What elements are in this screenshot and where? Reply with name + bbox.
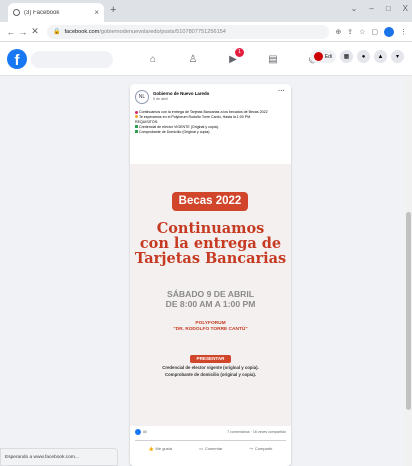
date-line: DE 8:00 AM A 1:00 PM [165, 299, 256, 309]
requirement-line: Credencial de elector vigente (original … [162, 365, 259, 370]
more-options-icon[interactable]: ··· [278, 88, 285, 95]
address-bar-row: ← → ✕ 🔒 facebook.com/gobiernodenuevolare… [0, 22, 412, 42]
post-actions: 👍 Me gusta ▭ Comentar ↪ Compartir [135, 443, 286, 453]
url-domain: facebook.com [64, 28, 100, 35]
close-window-button[interactable]: X [403, 4, 408, 13]
post-text-content: REQUISITOS: [135, 119, 159, 124]
profile-chip[interactable]: Edi [309, 50, 336, 63]
headline-line: con la entrega de [139, 235, 282, 252]
comment-button[interactable]: ▭ Comentar [199, 446, 222, 451]
comment-icon: ▭ [199, 445, 203, 451]
post-text-content: Continuamos con la entrega de Tarjetas B… [139, 110, 268, 114]
marketplace-icon[interactable]: ▤ [253, 51, 293, 67]
comments-shares-count[interactable]: 7 comentarios · 16 veces compartido [227, 430, 286, 434]
account-chevron-icon[interactable]: ▾ [391, 50, 404, 63]
like-button[interactable]: 👍 Me gusta [149, 446, 172, 451]
page-avatar[interactable]: NL [135, 90, 149, 104]
post-text-content: Te esperamos en el Polyforum Rodolfo Tor… [139, 114, 251, 119]
check-icon [135, 125, 138, 129]
messenger-icon[interactable]: ● [357, 50, 370, 63]
comment-label: Comentar [204, 445, 223, 451]
share-arrow-icon: ↪ [249, 445, 253, 451]
tab-close-icon[interactable]: × [94, 8, 99, 17]
present-badge: PRESENTAR [190, 355, 231, 363]
flyer-date: SÁBADO 9 DE ABRIL DE 8:00 AM A 1:00 PM [130, 289, 291, 309]
url-field[interactable]: 🔒 facebook.com/gobiernodenuevolaredo/pos… [47, 24, 330, 39]
headline-line: Continuamos [156, 220, 265, 237]
profile-icon[interactable] [384, 26, 394, 37]
home-icon[interactable]: ⌂ [133, 51, 173, 67]
reaction-count[interactable]: 80 [143, 430, 147, 434]
share-button[interactable]: ↪ Compartir [250, 446, 273, 451]
facebook-header: f ⌂ ♙ ▶1 ▤ ◉ Edi ▦ ● ▲ ▾ [0, 42, 412, 76]
post-card: NL Gobierno de Nuevo Laredo 5 de abril ·… [130, 84, 291, 466]
avatar [313, 52, 323, 61]
facebook-search-input[interactable] [31, 51, 113, 68]
like-reaction-icon[interactable] [135, 429, 141, 435]
status-bar: Esperando a www.facebook.com... [0, 448, 118, 466]
thumbs-up-icon: 👍 [148, 445, 154, 451]
flyer-requirements: Credencial de elector vigente (original … [130, 365, 291, 378]
facebook-logo-icon[interactable]: f [7, 49, 27, 69]
post-date[interactable]: 5 de abril [153, 97, 209, 101]
flyer-image[interactable]: Becas 2022 Continuamos con la entrega de… [130, 164, 291, 426]
tab-search-icon[interactable]: ▢ [371, 28, 378, 36]
scrollbar-thumb[interactable] [406, 212, 411, 410]
date-line: SÁBADO 9 DE ABRIL [166, 289, 255, 299]
reactions-bar: 80 7 comentarios · 16 veces compartido [135, 429, 286, 437]
notifications-icon[interactable]: ▲ [374, 50, 387, 63]
browser-window: (3) Facebook × + ⌄ ‒ □ X ← → ✕ 🔒 faceboo… [0, 0, 412, 466]
apps-menu-icon[interactable]: ▦ [340, 50, 353, 63]
emoji-icon [135, 110, 138, 114]
share-label: Compartir [254, 445, 273, 451]
url-path: /gobiernodenuevolaredo/posts/51078077512… [99, 28, 226, 35]
new-tab-icon[interactable]: + [110, 4, 116, 16]
scrollbar[interactable] [405, 76, 412, 466]
watch-icon[interactable]: ▶ 1 [213, 48, 253, 67]
tab-strip: (3) Facebook × + ⌄ ‒ □ X [0, 0, 412, 22]
check-icon [135, 130, 138, 134]
notification-badge: 1 [235, 48, 244, 57]
facebook-favicon-icon [13, 9, 20, 16]
menu-icon[interactable]: ⋮ [400, 28, 407, 36]
share-icon[interactable]: ⇪ [347, 28, 353, 36]
flyer-headline: Continuamos con la entrega de Tarjetas B… [130, 221, 291, 266]
page-name[interactable]: Gobierno de Nuevo Laredo [153, 91, 209, 96]
maximize-button[interactable]: □ [386, 4, 391, 13]
feed-area: NL Gobierno de Nuevo Laredo 5 de abril ·… [0, 76, 412, 466]
tab-title: (3) Facebook [24, 9, 60, 16]
flyer-badge: Becas 2022 [172, 192, 248, 211]
post-text-content: Comprobante de Domicilio (Original y cop… [139, 129, 211, 134]
flyer-place: POLYFORUM "DR. RODOLFO TORRE CANTÚ" [130, 321, 291, 333]
stop-icon[interactable]: ✕ [29, 26, 41, 37]
requirement-line: Comprobante de domicilio (original y cop… [165, 371, 256, 377]
place-line: "DR. RODOLFO TORRE CANTÚ" [173, 326, 248, 332]
profile-name: Edi [324, 53, 332, 60]
headline-line: Tarjetas Bancarias [134, 250, 287, 267]
chevron-down-icon[interactable]: ⌄ [351, 4, 358, 13]
friends-icon[interactable]: ♙ [173, 51, 213, 67]
minimize-button[interactable]: ‒ [369, 4, 373, 13]
zoom-icon[interactable]: ⊕ [335, 28, 341, 36]
back-icon[interactable]: ← [5, 27, 17, 37]
bookmark-star-icon[interactable]: ☆ [359, 28, 365, 36]
emoji-icon [135, 115, 138, 119]
post-text: Continuamos con la entrega de Tarjetas B… [135, 110, 287, 135]
lock-icon: 🔒 [53, 29, 61, 35]
divider [135, 440, 286, 441]
post-text-line: Comprobante de Domicilio (Original y cop… [135, 130, 287, 135]
forward-icon[interactable]: → [17, 27, 29, 37]
like-label: Me gusta [155, 445, 172, 451]
post-text-content: Credencial de elector VIGENTE (Original … [139, 124, 219, 129]
tab-facebook[interactable]: (3) Facebook × [8, 3, 104, 22]
